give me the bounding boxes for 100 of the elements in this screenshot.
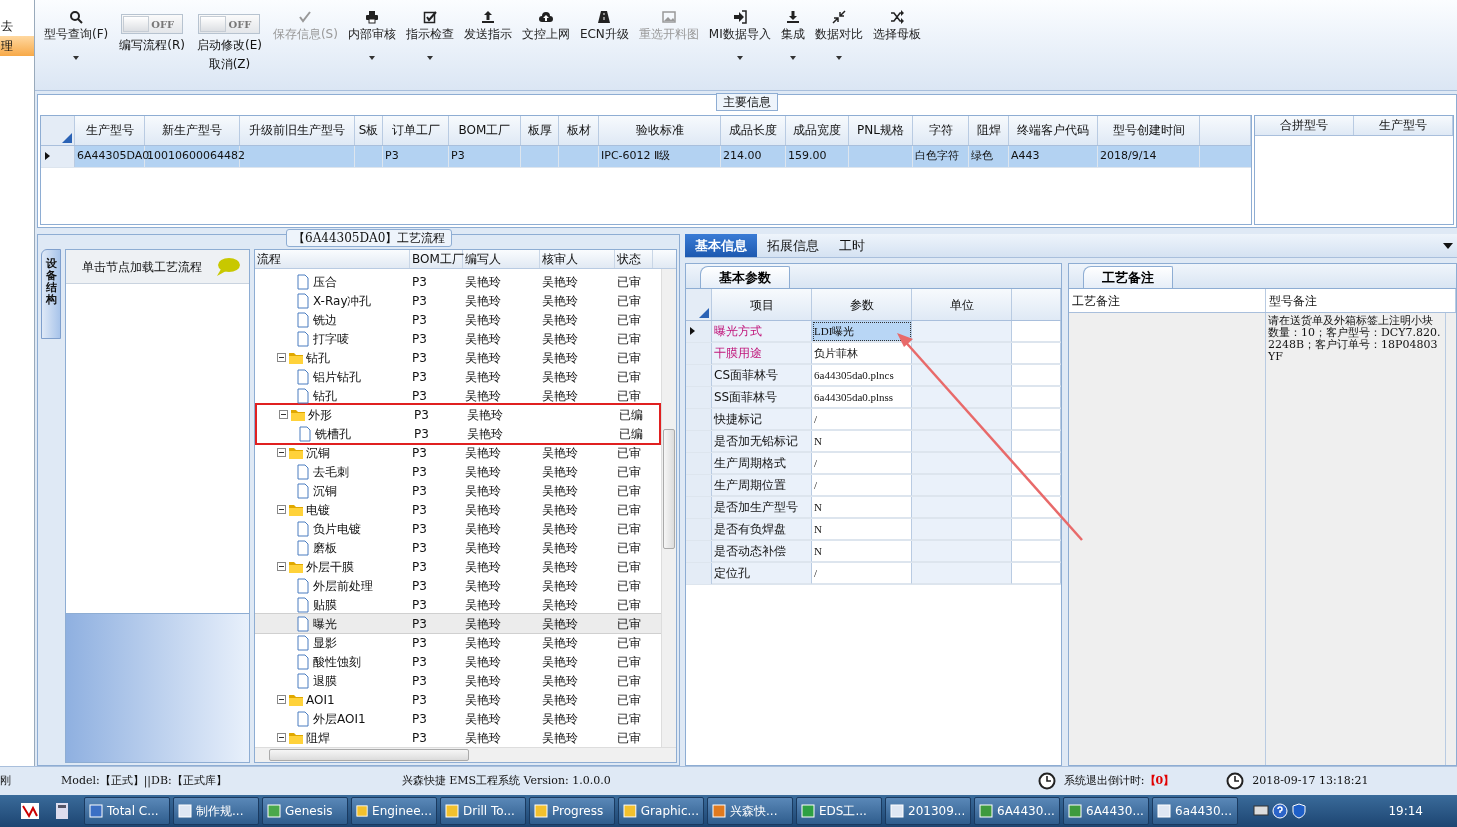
column-header[interactable]: BOM工厂	[449, 115, 521, 145]
toolbar-button[interactable]: 文控上网	[516, 8, 575, 43]
column-header[interactable]: 单位	[912, 289, 1012, 320]
column-header[interactable]: 项目	[712, 289, 812, 320]
shield-icon[interactable]	[1291, 803, 1307, 819]
taskbar-button[interactable]: 兴森快...	[707, 797, 793, 825]
taskbar-button[interactable]: Progress	[529, 797, 615, 825]
toolbar-button[interactable]: 型号查询(F)	[39, 8, 114, 62]
tree-row[interactable]: 铣边 P3 吴艳玲 吴艳玲 已审	[255, 310, 661, 329]
tree-row[interactable]: 钻孔 P3 吴艳玲 吴艳玲 已审	[255, 386, 661, 405]
tree-row[interactable]: 外层干膜 P3 吴艳玲 吴艳玲 已审	[255, 557, 661, 576]
taskbar-button[interactable]: 201309...	[885, 797, 971, 825]
tree-row[interactable]: 压合 P3 吴艳玲 吴艳玲 已审	[255, 272, 661, 291]
tree-row[interactable]: 负片电镀 P3 吴艳玲 吴艳玲 已审	[255, 519, 661, 538]
column-header[interactable]: 型号备注	[1266, 289, 1456, 312]
tab[interactable]: 基本参数	[700, 266, 790, 288]
toolbar-button[interactable]: 指示检查	[400, 8, 459, 62]
taskbar-button[interactable]: 6A4430...	[974, 797, 1060, 825]
taskbar-button[interactable]: EDS工...	[796, 797, 882, 825]
toolbar-button[interactable]: ECN升级	[574, 8, 634, 43]
taskbar-button[interactable]: Graphic...	[618, 797, 704, 825]
column-header[interactable]: 状态	[615, 250, 653, 268]
toggle-switch[interactable]: OFF	[121, 14, 184, 34]
column-header[interactable]: S板	[355, 115, 383, 145]
tree-row[interactable]: 磨板 P3 吴艳玲 吴艳玲 已审	[255, 538, 661, 557]
toolbar-button[interactable]: 内部审核	[342, 8, 401, 62]
tree-row[interactable]: 曝光 P3 吴艳玲 吴艳玲 已审	[255, 614, 661, 633]
scrollbar[interactable]	[255, 747, 676, 762]
column-header[interactable]: 生产型号	[1354, 115, 1453, 135]
tree-row[interactable]: 外形 P3 吴艳玲 已编	[257, 405, 659, 424]
table-cell[interactable]: 6a44305da0.plncs	[812, 365, 912, 386]
toolbar-button[interactable]: 集成	[775, 8, 810, 62]
taskbar-button[interactable]: 制作规...	[173, 797, 259, 825]
tree-row[interactable]: X-Ray冲孔 P3 吴艳玲 吴艳玲 已审	[255, 291, 661, 310]
taskbar-button[interactable]: Drill To...	[440, 797, 526, 825]
taskbar-button[interactable]: 6A4430...	[1063, 797, 1149, 825]
tab[interactable]: 基本信息	[685, 234, 757, 257]
collapse-icon[interactable]	[277, 695, 286, 704]
help-icon[interactable]	[1272, 803, 1288, 819]
table-row[interactable]: 6A44305DA010010600064482 P3 P3 IPC-6012 Ⅱ级 214.00 159.00 白色字符 绿色 A443 2018/9/14	[41, 145, 1251, 168]
column-header[interactable]: 字符	[913, 115, 969, 145]
column-header[interactable]: 成品宽度	[786, 115, 849, 145]
taskbar-button[interactable]: Total C...	[84, 797, 170, 825]
column-header[interactable]: PNL规格	[849, 115, 913, 145]
table-cell[interactable]: /	[812, 475, 912, 496]
tab[interactable]: 工时	[829, 234, 875, 257]
table-cell[interactable]: 负片菲林	[812, 343, 912, 364]
column-header[interactable]: 板材	[559, 115, 599, 145]
table-cell[interactable]: N	[812, 431, 912, 452]
column-header[interactable]: 合拼型号	[1255, 115, 1354, 135]
tree-row[interactable]: 铣槽孔 P3 吴艳玲 已编	[257, 424, 659, 443]
collapse-icon[interactable]	[277, 448, 286, 457]
column-header[interactable]: 核审人	[540, 250, 615, 268]
side-tab[interactable]: 设备结构	[41, 249, 61, 339]
column-header[interactable]: 参数	[812, 289, 912, 320]
tree-row[interactable]: 沉铜 P3 吴艳玲 吴艳玲 已审	[255, 481, 661, 500]
column-header[interactable]: 生产型号	[75, 115, 145, 145]
taskbar-button[interactable]: Enginee...	[351, 797, 437, 825]
taskbar-button[interactable]: Genesis	[262, 797, 348, 825]
table-cell[interactable]: N	[812, 497, 912, 518]
tree-row[interactable]: 外层前处理 P3 吴艳玲 吴艳玲 已审	[255, 576, 661, 595]
taskbar-button[interactable]: 6a4430...	[1152, 797, 1238, 825]
tree-row[interactable]: 沉铜 P3 吴艳玲 吴艳玲 已审	[255, 443, 661, 462]
column-header[interactable]: 验收标准	[599, 115, 721, 145]
tree-row[interactable]: 阻焊 P3 吴艳玲 吴艳玲 已审	[255, 728, 661, 747]
table-cell[interactable]: N	[812, 541, 912, 562]
tree-row[interactable]: 外层AOI1 P3 吴艳玲 吴艳玲 已审	[255, 709, 661, 728]
table-cell[interactable]: /	[812, 409, 912, 430]
table-cell[interactable]: /	[812, 453, 912, 474]
collapse-icon[interactable]	[277, 505, 286, 514]
column-header[interactable]: 阻焊	[969, 115, 1009, 145]
keyboard-icon[interactable]	[1253, 803, 1269, 817]
column-header[interactable]: 升级前旧生产型号	[240, 115, 355, 145]
app-icon[interactable]	[20, 802, 40, 820]
collapse-icon[interactable]	[279, 410, 288, 419]
menu-item[interactable]: 理	[0, 36, 34, 56]
collapse-icon[interactable]	[277, 562, 286, 571]
tree-row[interactable]: 去毛刺 P3 吴艳玲 吴艳玲 已审	[255, 462, 661, 481]
column-header[interactable]: 终端客户代码	[1009, 115, 1098, 145]
column-header[interactable]: 订单工厂	[383, 115, 449, 145]
tree-row[interactable]: 贴膜 P3 吴艳玲 吴艳玲 已审	[255, 595, 661, 614]
tree-row[interactable]: 铝片钻孔 P3 吴艳玲 吴艳玲 已审	[255, 367, 661, 386]
menu-item[interactable]: 去	[0, 16, 34, 36]
collapse-icon[interactable]	[277, 353, 286, 362]
column-header[interactable]: 流程	[255, 250, 410, 268]
toolbar-button[interactable]: MI数据导入	[703, 8, 776, 62]
dropdown-caret-icon[interactable]	[1443, 242, 1453, 249]
column-header[interactable]: 型号创建时间	[1098, 115, 1200, 145]
tab[interactable]: 工艺备注	[1083, 266, 1173, 288]
toggle-switch[interactable]: OFF	[198, 14, 261, 34]
scrollbar[interactable]	[661, 269, 676, 747]
toolbar-button[interactable]: 发送指示	[458, 8, 517, 43]
table-cell[interactable]: /	[812, 563, 912, 584]
column-header[interactable]: BOM工厂	[410, 250, 463, 268]
table-cell[interactable]: N	[812, 519, 912, 540]
tab[interactable]: 拓展信息	[757, 234, 829, 257]
calculator-icon[interactable]	[55, 802, 69, 820]
tree-row[interactable]: 退膜 P3 吴艳玲 吴艳玲 已审	[255, 671, 661, 690]
column-header[interactable]: 新生产型号	[145, 115, 240, 145]
column-header[interactable]: 编写人	[463, 250, 540, 268]
